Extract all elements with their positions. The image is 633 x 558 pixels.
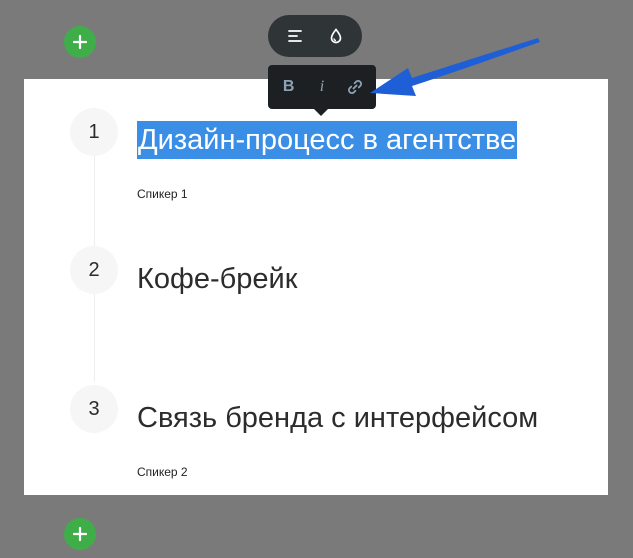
block-toolbar [268, 15, 362, 57]
item-speaker-3[interactable]: Спикер 2 [137, 465, 188, 479]
plus-icon [73, 35, 87, 49]
annotation-arrow [370, 38, 540, 96]
item-title-1[interactable]: Дизайн-процесс в агентстве [137, 121, 518, 159]
item-title-2[interactable]: Кофе-брейк [137, 260, 297, 298]
align-left-icon [287, 30, 302, 42]
item-title-3[interactable]: Связь бренда с интерфейсом [137, 399, 538, 437]
item-speaker-1[interactable]: Спикер 1 [137, 187, 188, 201]
item-number-3: 3 [70, 385, 118, 433]
item-number-2: 2 [70, 246, 118, 294]
plus-icon [73, 527, 87, 541]
align-button[interactable] [278, 19, 312, 53]
item-number-1: 1 [70, 108, 118, 156]
color-button[interactable] [319, 19, 353, 53]
bold-button[interactable]: B [274, 72, 304, 102]
droplet-icon [330, 28, 341, 44]
add-block-button-bottom[interactable] [64, 518, 96, 550]
italic-button[interactable]: i [307, 72, 337, 102]
add-block-button-top[interactable] [64, 26, 96, 58]
